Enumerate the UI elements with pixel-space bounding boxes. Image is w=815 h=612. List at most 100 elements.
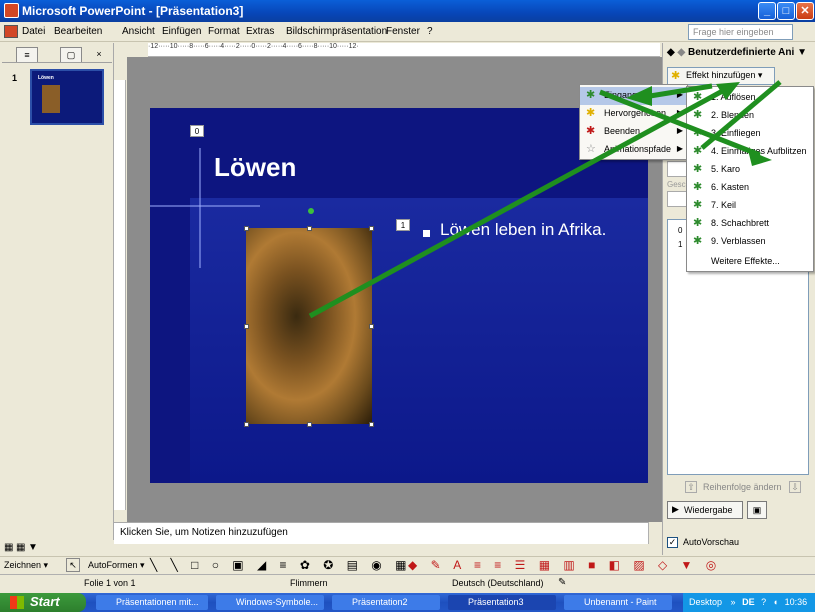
resize-handle[interactable] bbox=[307, 422, 312, 427]
desktop-toolbar-label[interactable]: Desktop bbox=[689, 597, 722, 607]
resize-handle[interactable] bbox=[244, 226, 249, 231]
drawing-tools-icons[interactable]: ╲ ╲ □ ○ ▣ ◢ ≡ ✿ ✪ ▤ ◉ ▦ bbox=[150, 558, 411, 572]
language-indicator[interactable]: DE bbox=[742, 597, 755, 607]
resize-handle[interactable] bbox=[244, 324, 249, 329]
autopreview-checkbox[interactable]: ✓ bbox=[667, 537, 678, 548]
resize-handle[interactable] bbox=[244, 422, 249, 427]
menu-ansicht[interactable]: Ansicht bbox=[122, 26, 155, 37]
effect-item[interactable]: ✱ 7. Keil bbox=[687, 197, 813, 215]
green-star-icon: ✱ bbox=[693, 217, 703, 229]
windows-taskbar: Start Präsentationen mit... Windows-Symb… bbox=[0, 593, 815, 612]
taskbar-item-label: Unbenannt - Paint bbox=[584, 597, 657, 607]
powerpoint-app-icon[interactable] bbox=[4, 3, 19, 18]
status-slide: Folie 1 von 1 bbox=[84, 578, 136, 588]
more-effects-item[interactable]: Weitere Effekte... bbox=[687, 253, 813, 271]
color-tools-icons[interactable]: ◆ ✎ A ≡ ≡ ☰ ▦ ▥ ■ ◧ ▨ ◇ ▼ ◎ bbox=[408, 558, 721, 572]
bullet-text[interactable]: Löwen leben in Afrika. bbox=[440, 220, 620, 240]
effect-label: 2. Blenden bbox=[711, 110, 755, 120]
slide[interactable]: 0 Löwen 1 Löwen leben in Afrika. bbox=[150, 108, 648, 483]
submenu-arrow-icon: ▶ bbox=[676, 126, 683, 135]
effect-item[interactable]: ✱ 3. Einfliegen bbox=[687, 125, 813, 143]
list-item[interactable]: 0 bbox=[678, 226, 682, 235]
close-button[interactable]: ✕ bbox=[796, 2, 814, 20]
menu-bearbeiten[interactable]: Bearbeiten bbox=[54, 26, 102, 37]
system-tray: Desktop » DE ? ◖ 10:36 bbox=[683, 593, 815, 612]
chevron-right-icon[interactable]: » bbox=[731, 597, 736, 607]
move-down-icon[interactable]: ⇩ bbox=[789, 481, 801, 493]
move-up-icon[interactable]: ⇧ bbox=[685, 481, 697, 493]
green-star-icon: ✱ bbox=[586, 89, 596, 101]
document-icon[interactable] bbox=[4, 25, 18, 38]
slideshow-icon[interactable]: ▼ bbox=[28, 542, 38, 553]
effect-label: 5. Karo bbox=[711, 164, 741, 174]
start-label: Start bbox=[30, 594, 60, 609]
taskbar-item[interactable]: Präsentationen mit... bbox=[96, 595, 208, 610]
add-effect-menu: ✱ Eingang ▶ ✱ Hervorgehoben ▶ ✱ Beenden … bbox=[579, 84, 688, 160]
taskbar-item[interactable]: Windows-Symbole... bbox=[216, 595, 324, 610]
lion-image[interactable] bbox=[246, 228, 372, 424]
menu-item-label: Eingang bbox=[604, 90, 638, 100]
menu-item-beenden[interactable]: ✱ Beenden ▶ bbox=[580, 123, 687, 141]
help-icon[interactable]: ? bbox=[761, 597, 766, 607]
effect-item[interactable]: ✱ 4. Einmaliges Aufblitzen bbox=[687, 143, 813, 161]
effect-item[interactable]: ✱ 2. Blenden bbox=[687, 107, 813, 125]
task-pane-title: Benutzerdefinierte Ani bbox=[687, 47, 795, 58]
slide-sorter-icon[interactable]: ▦ bbox=[16, 542, 25, 553]
autoshapes-menu[interactable]: AutoFormen ▾ bbox=[88, 560, 145, 571]
tab-outline[interactable]: ≡ bbox=[16, 47, 38, 62]
resize-handle[interactable] bbox=[369, 226, 374, 231]
effect-item[interactable]: ✱ 6. Kasten bbox=[687, 179, 813, 197]
menu-format[interactable]: Format bbox=[208, 26, 240, 37]
yellow-star-icon: ✱ bbox=[586, 107, 596, 119]
resize-handle[interactable] bbox=[369, 422, 374, 427]
draw-menu[interactable]: Zeichnen ▾ bbox=[4, 560, 48, 571]
effect-item[interactable]: ✱ 8. Schachbrett bbox=[687, 215, 813, 233]
taskbar-item[interactable]: Präsentation2 bbox=[332, 595, 440, 610]
menu-datei[interactable]: Datei bbox=[22, 26, 45, 37]
green-star-icon: ✱ bbox=[693, 181, 703, 193]
back-icon[interactable]: ◆ bbox=[667, 47, 675, 58]
menu-help[interactable]: ? bbox=[427, 26, 433, 37]
slideshow-button[interactable]: ▣ bbox=[747, 501, 767, 519]
list-item[interactable]: 1 bbox=[678, 240, 682, 249]
effect-item[interactable]: ✱ 9. Verblassen bbox=[687, 233, 813, 251]
close-pane-icon[interactable]: × bbox=[92, 47, 106, 62]
help-search-input[interactable]: Frage hier eingeben bbox=[688, 24, 793, 40]
maximize-button[interactable]: □ bbox=[777, 2, 795, 20]
menu-bildschirmpraesentation[interactable]: Bildschirmpräsentation bbox=[286, 26, 387, 37]
notes-scrollbar[interactable] bbox=[648, 522, 662, 544]
spellcheck-icon[interactable]: ✎ bbox=[558, 577, 566, 588]
effect-item[interactable]: ✱ 1. Auflösen bbox=[687, 89, 813, 107]
play-icon: ▶ bbox=[672, 504, 679, 514]
green-star-icon: ✱ bbox=[693, 109, 703, 121]
menu-fenster[interactable]: Fenster bbox=[386, 26, 420, 37]
effect-label: 4. Einmaliges Aufblitzen bbox=[711, 146, 807, 156]
play-button[interactable]: ▶ Wiedergabe bbox=[667, 501, 743, 519]
start-button[interactable]: Start bbox=[0, 593, 86, 612]
speaker-icon[interactable]: ◖ bbox=[773, 597, 778, 607]
slide-title[interactable]: Löwen bbox=[214, 152, 296, 183]
minimize-button[interactable]: _ bbox=[758, 2, 776, 20]
resize-handle[interactable] bbox=[307, 226, 312, 231]
menu-item-eingang[interactable]: ✱ Eingang ▶ bbox=[580, 87, 687, 105]
taskbar-item[interactable]: Unbenannt - Paint bbox=[564, 595, 672, 610]
task-pane-menu-icon[interactable]: ▼ bbox=[797, 47, 807, 58]
add-effect-button[interactable]: ✱ Effekt hinzufügen ▾ bbox=[667, 67, 775, 85]
forward-icon[interactable]: ◆ bbox=[677, 47, 685, 58]
notes-pane[interactable]: Klicken Sie, um Notizen hinzuzufügen bbox=[114, 522, 662, 544]
effect-star-icon: ✱ bbox=[671, 70, 681, 82]
effect-item[interactable]: ✱ 5. Karo bbox=[687, 161, 813, 179]
resize-handle[interactable] bbox=[369, 324, 374, 329]
rotate-handle[interactable] bbox=[308, 208, 314, 214]
slide-thumbnail[interactable]: Löwen bbox=[30, 69, 104, 125]
outline-star-icon: ☆ bbox=[586, 143, 596, 155]
chevron-down-icon: ▾ bbox=[757, 70, 763, 80]
taskbar-item-active[interactable]: Präsentation3 bbox=[448, 595, 556, 610]
tab-slides[interactable]: ▢ bbox=[60, 47, 82, 62]
menu-item-hervorgehoben[interactable]: ✱ Hervorgehoben ▶ bbox=[580, 105, 687, 123]
normal-view-icon[interactable]: ▦ bbox=[4, 542, 13, 553]
menu-extras[interactable]: Extras bbox=[246, 26, 274, 37]
select-pointer-icon[interactable]: ↖ bbox=[66, 558, 80, 572]
menu-einfuegen[interactable]: Einfügen bbox=[162, 26, 201, 37]
menu-item-animationspfade[interactable]: ☆ Animationspfade ▶ bbox=[580, 141, 687, 159]
